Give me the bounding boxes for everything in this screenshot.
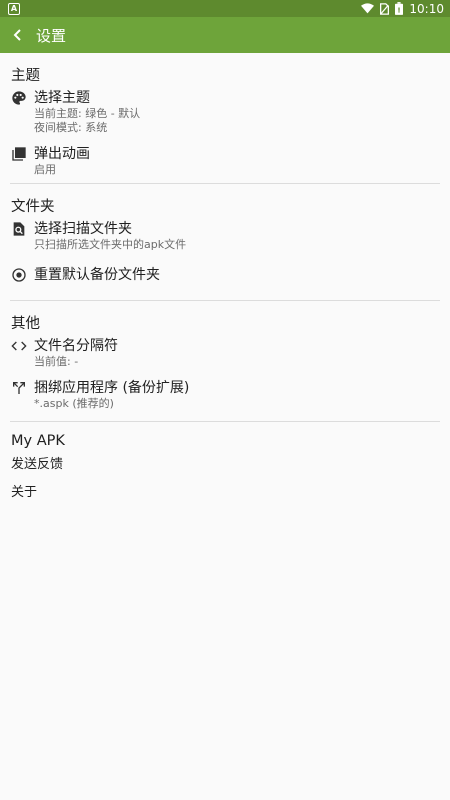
pref-choose-theme-summary-2: 夜间模式: 系统	[34, 121, 108, 134]
sim-icon	[380, 2, 390, 15]
code-brackets-icon	[11, 341, 27, 351]
status-bar: A ! 10:10	[0, 0, 450, 17]
battery-icon: !	[395, 2, 404, 15]
wifi-icon	[361, 3, 375, 14]
arrow-left-icon	[13, 29, 21, 41]
pref-choose-scan-folder[interactable]: 选择扫描文件夹 只扫描所选文件夹中的apk文件	[0, 220, 450, 256]
notification-icon: A	[8, 2, 20, 15]
pref-send-feedback[interactable]: 发送反馈	[0, 453, 450, 481]
palette-icon	[12, 91, 26, 105]
layers-copy-icon	[12, 147, 26, 161]
file-search-icon	[13, 222, 25, 236]
pref-choose-scan-folder-title: 选择扫描文件夹	[34, 221, 132, 237]
pref-reset-backup-folder[interactable]: 重置默认备份文件夹	[0, 256, 450, 296]
category-other: 其他	[11, 316, 40, 332]
pref-popup-animation[interactable]: 弹出动画 启用	[0, 145, 450, 183]
category-theme: 主题	[11, 68, 40, 84]
pref-reset-backup-folder-title: 重置默认备份文件夹	[34, 267, 160, 283]
pref-choose-theme-title: 选择主题	[34, 90, 90, 106]
pref-popup-animation-title: 弹出动画	[34, 146, 90, 162]
settings-list: 主题 选择主题 当前主题: 绿色 - 默认 夜间模式: 系统 弹出动画 启用 文…	[0, 53, 450, 509]
pref-bundle-apps-title: 捆绑应用程序 (备份扩展)	[34, 380, 190, 396]
pref-bundle-apps-summary: *.aspk (推荐的)	[34, 397, 114, 410]
pref-filename-separator-title: 文件名分隔符	[34, 338, 118, 354]
pref-filename-separator-summary: 当前值: -	[34, 355, 79, 368]
category-my-apk: My APK	[11, 433, 65, 449]
status-time: 10:10	[409, 1, 444, 16]
pref-bundle-apps[interactable]: 捆绑应用程序 (备份扩展) *.aspk (推荐的)	[0, 379, 450, 417]
pref-popup-animation-summary: 启用	[34, 163, 56, 176]
pref-choose-theme-summary-1: 当前主题: 绿色 - 默认	[34, 107, 141, 120]
call-split-icon	[13, 382, 25, 394]
pref-about[interactable]: 关于	[0, 481, 450, 509]
svg-text:!: !	[398, 6, 401, 15]
back-button[interactable]	[0, 17, 36, 53]
category-folder: 文件夹	[11, 199, 55, 215]
radio-target-icon	[12, 268, 26, 282]
pref-choose-theme[interactable]: 选择主题 当前主题: 绿色 - 默认 夜间模式: 系统	[0, 89, 450, 145]
pref-choose-scan-folder-summary: 只扫描所选文件夹中的apk文件	[34, 238, 187, 251]
toolbar: 设置	[0, 17, 450, 53]
pref-filename-separator[interactable]: 文件名分隔符 当前值: -	[0, 337, 450, 379]
page-title: 设置	[36, 26, 67, 45]
